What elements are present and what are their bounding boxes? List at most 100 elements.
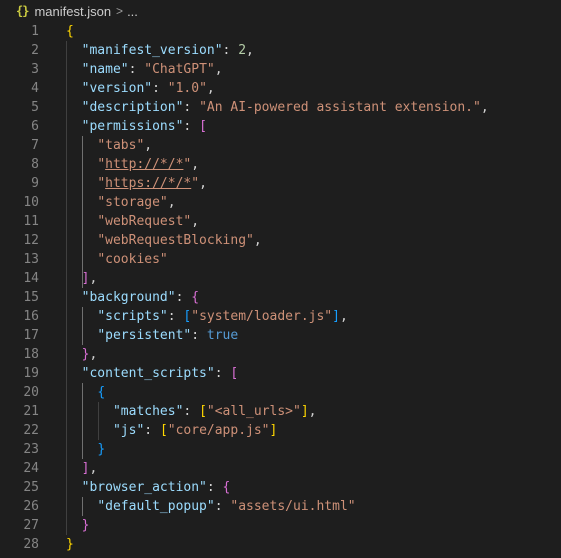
line-number: 4 — [31, 81, 39, 96]
line-number: 21 — [23, 404, 39, 419]
code-line[interactable]: 12 "webRequestBlocking", — [0, 231, 561, 250]
code-line[interactable]: 20 { — [0, 383, 561, 402]
code-line[interactable]: 1{ — [0, 22, 561, 41]
code-token: , — [89, 347, 98, 362]
code-token: { — [222, 480, 231, 495]
code-token: : — [214, 366, 231, 381]
line-number: 8 — [31, 157, 39, 172]
code-line[interactable]: 6 "permissions": [ — [0, 117, 561, 136]
line-number: 5 — [31, 100, 39, 115]
code-token: "default_popup" — [97, 499, 215, 514]
code-text: ], — [66, 269, 98, 288]
code-line[interactable]: 14 ], — [0, 269, 561, 288]
code-line[interactable]: 5 "description": "An AI-powered assistan… — [0, 98, 561, 117]
code-text: "version": "1.0", — [66, 79, 215, 98]
chevron-right-icon: > — [116, 4, 124, 18]
code-token: { — [191, 290, 200, 305]
code-line[interactable]: 25 "browser_action": { — [0, 478, 561, 497]
code-token: , — [89, 461, 98, 476]
code-token: "core/app.js" — [167, 423, 270, 438]
code-token: "scripts" — [97, 309, 168, 324]
line-number: 12 — [23, 233, 39, 248]
code-text: } — [66, 440, 105, 459]
code-line[interactable]: 15 "background": { — [0, 288, 561, 307]
code-line[interactable]: 19 "content_scripts": [ — [0, 364, 561, 383]
code-token: : — [222, 43, 239, 58]
code-line[interactable]: 24 ], — [0, 459, 561, 478]
line-number: 19 — [23, 366, 39, 381]
code-text: "tabs", — [66, 136, 152, 155]
code-text: "default_popup": "assets/ui.html" — [66, 497, 355, 516]
line-number: 20 — [23, 385, 39, 400]
code-text: ], — [66, 459, 98, 478]
code-token: [ — [159, 423, 168, 438]
code-line[interactable]: 23 } — [0, 440, 561, 459]
code-line[interactable]: 9 "https://*/*", — [0, 174, 561, 193]
code-text: "js": ["core/app.js"] — [66, 421, 277, 440]
code-token: http://*/* — [105, 157, 184, 172]
breadcrumb-more[interactable]: ... — [127, 4, 138, 19]
code-line[interactable]: 3 "name": "ChatGPT", — [0, 60, 561, 79]
code-text: "webRequestBlocking", — [66, 231, 261, 250]
code-token: { — [97, 385, 106, 400]
line-number: 14 — [23, 271, 39, 286]
code-line[interactable]: 17 "persistent": true — [0, 326, 561, 345]
code-text: } — [66, 516, 90, 535]
code-line[interactable]: 4 "version": "1.0", — [0, 79, 561, 98]
code-token: , — [214, 62, 223, 77]
code-line[interactable]: 10 "storage", — [0, 193, 561, 212]
code-token: , — [308, 404, 317, 419]
line-number: 3 — [31, 62, 39, 77]
code-line[interactable]: 27 } — [0, 516, 561, 535]
breadcrumb-file[interactable]: manifest.json — [34, 4, 111, 19]
code-line[interactable]: 18 }, — [0, 345, 561, 364]
code-line[interactable]: 26 "default_popup": "assets/ui.html" — [0, 497, 561, 516]
code-line[interactable]: 11 "webRequest", — [0, 212, 561, 231]
line-number: 17 — [23, 328, 39, 343]
line-number: 26 — [23, 499, 39, 514]
code-line[interactable]: 2 "manifest_version": 2, — [0, 41, 561, 60]
code-token: , — [480, 100, 489, 115]
code-token: , — [206, 81, 215, 96]
code-token: 2 — [238, 43, 247, 58]
code-token: " — [191, 176, 200, 191]
code-token: "manifest_version" — [81, 43, 223, 58]
code-token: : — [128, 62, 145, 77]
code-line[interactable]: 16 "scripts": ["system/loader.js"], — [0, 307, 561, 326]
code-token: , — [144, 138, 153, 153]
line-number: 2 — [31, 43, 39, 58]
code-line[interactable]: 28} — [0, 535, 561, 554]
code-token: "js" — [112, 423, 145, 438]
code-line[interactable]: 13 "cookies" — [0, 250, 561, 269]
code-token: "persistent" — [97, 328, 192, 343]
code-line[interactable]: 8 "http://*/*", — [0, 155, 561, 174]
code-text: "manifest_version": 2, — [66, 41, 254, 60]
code-line[interactable]: 21 "matches": ["<all_urls>"], — [0, 402, 561, 421]
line-number: 16 — [23, 309, 39, 324]
code-token: "webRequestBlocking" — [97, 233, 254, 248]
code-text: }, — [66, 345, 98, 364]
code-text: "webRequest", — [66, 212, 199, 231]
line-number: 25 — [23, 480, 39, 495]
code-token: "system/loader.js" — [191, 309, 333, 324]
line-number: 24 — [23, 461, 39, 476]
code-token: "permissions" — [81, 119, 184, 134]
code-token: : — [206, 480, 223, 495]
line-number: 7 — [31, 138, 39, 153]
code-token: [ — [199, 119, 207, 134]
code-text: "background": { — [66, 288, 199, 307]
code-token: "background" — [81, 290, 176, 305]
code-line[interactable]: 7 "tabs", — [0, 136, 561, 155]
code-token: , — [339, 309, 348, 324]
code-line[interactable]: 22 "js": ["core/app.js"] — [0, 421, 561, 440]
code-editor[interactable]: 1{2 "manifest_version": 2, 3 "name": "Cha… — [0, 22, 561, 558]
